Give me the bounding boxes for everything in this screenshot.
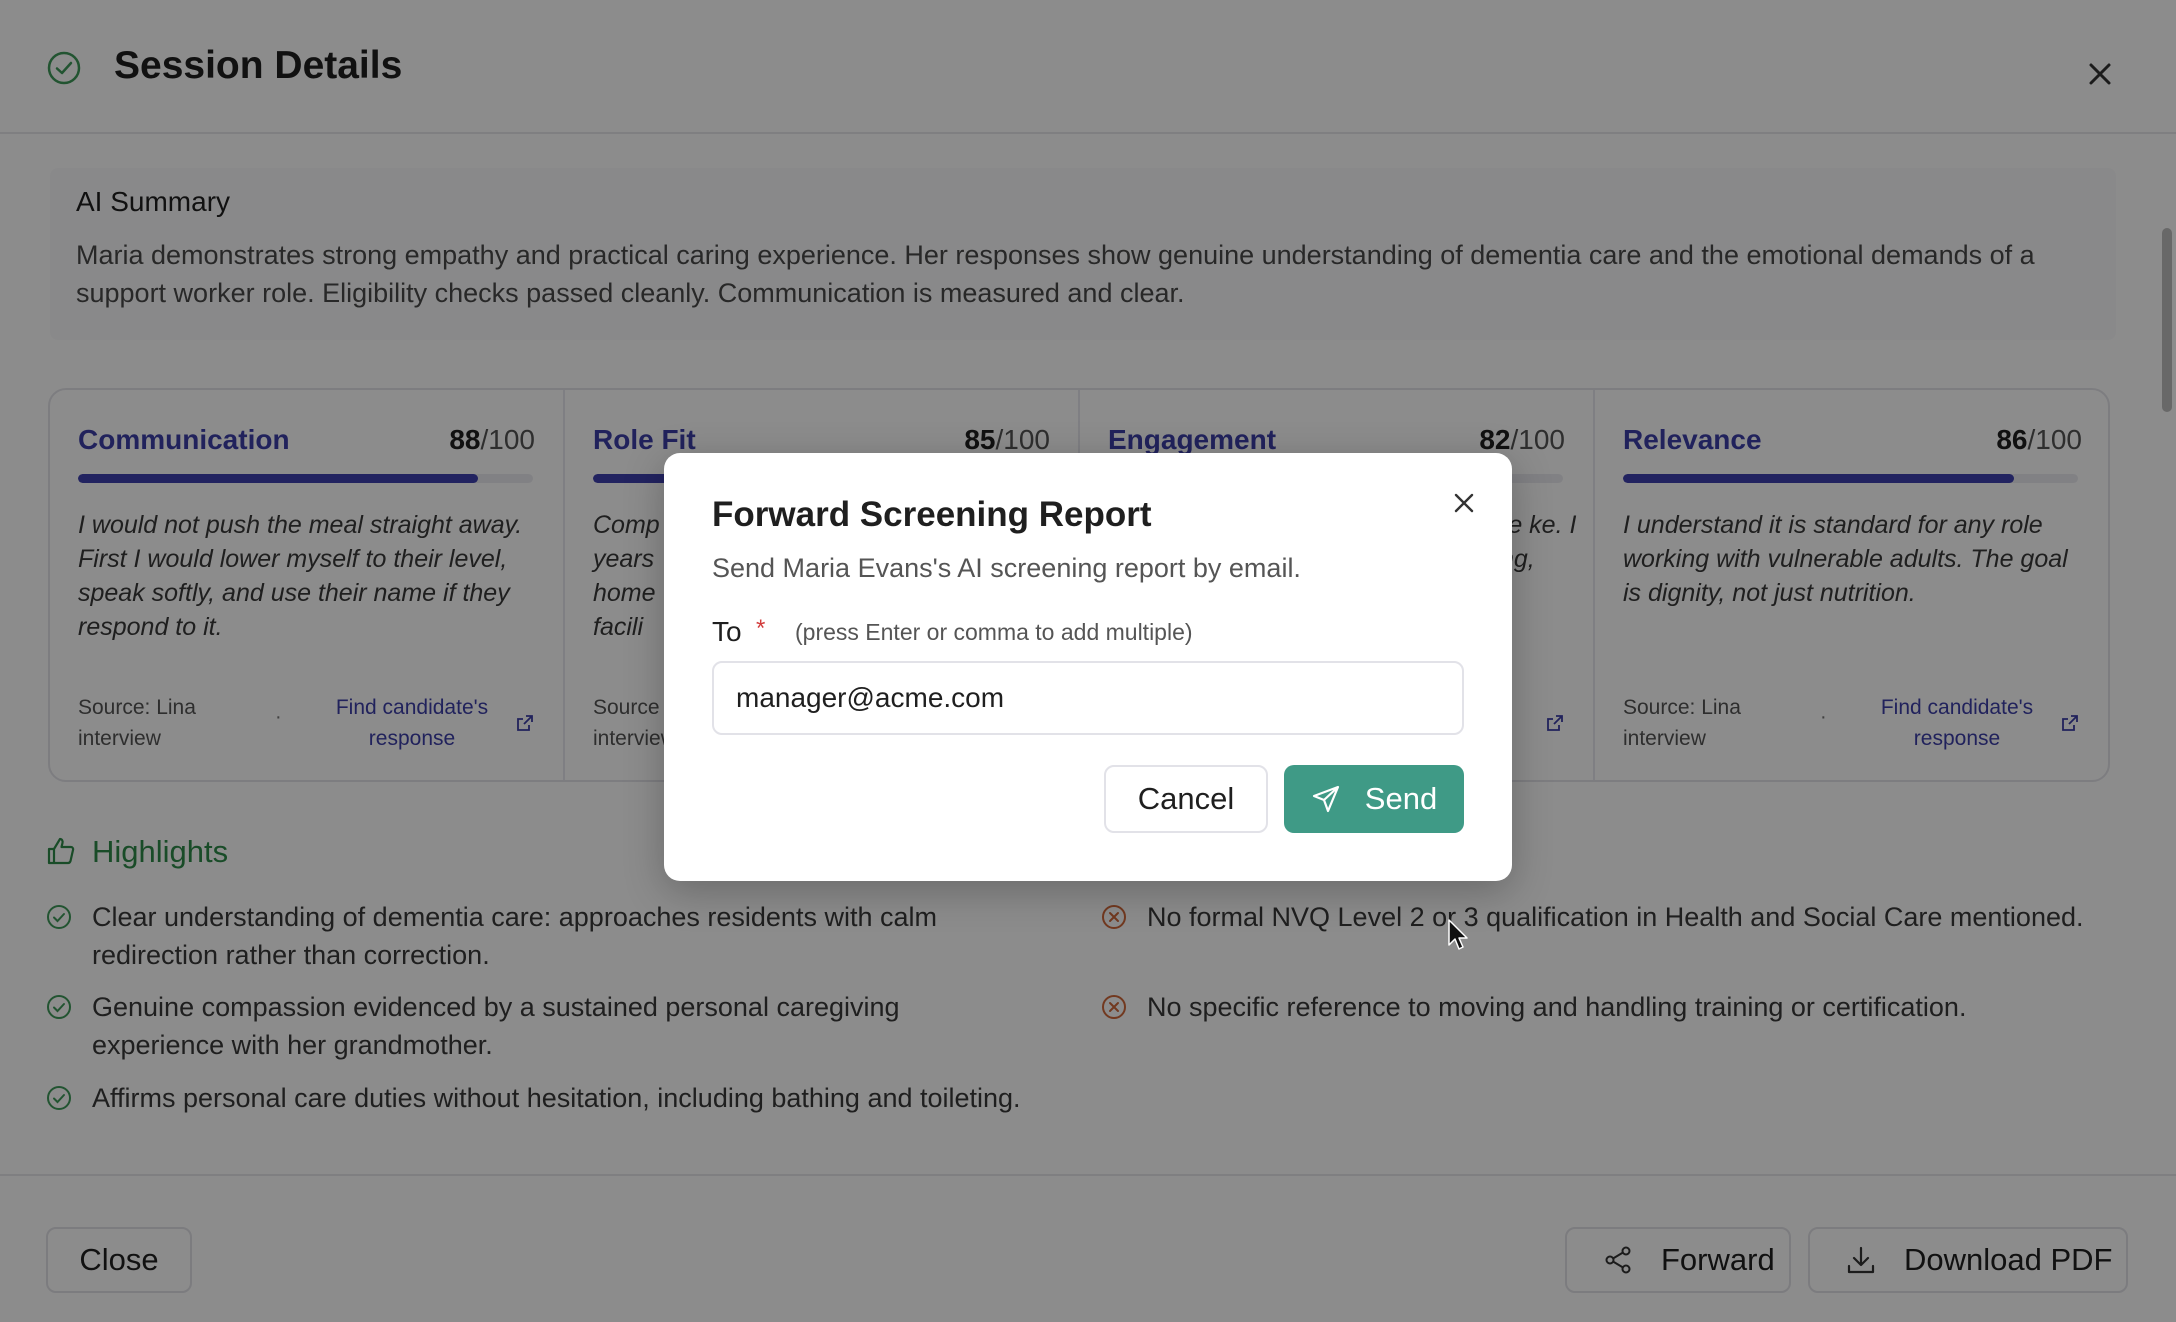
send-button[interactable]: Send: [1284, 765, 1464, 833]
to-hint: (press Enter or comma to add multiple): [795, 619, 1193, 645]
forward-report-dialog: Forward Screening Report Send Maria Evan…: [664, 453, 1512, 881]
to-label: To: [712, 616, 742, 647]
send-icon: [1312, 785, 1339, 813]
send-button-label: Send: [1364, 781, 1438, 816]
close-icon[interactable]: [1451, 490, 1477, 516]
cancel-button-label: Cancel: [1137, 781, 1235, 816]
email-recipient-input[interactable]: [712, 661, 1464, 735]
cancel-button[interactable]: Cancel: [1104, 765, 1268, 833]
required-mark: *: [756, 615, 766, 642]
mouse-cursor-icon: [1448, 919, 1468, 950]
dialog-title: Forward Screening Report: [712, 495, 1152, 534]
dialog-subtitle: Send Maria Evans's AI screening report b…: [712, 553, 1301, 583]
